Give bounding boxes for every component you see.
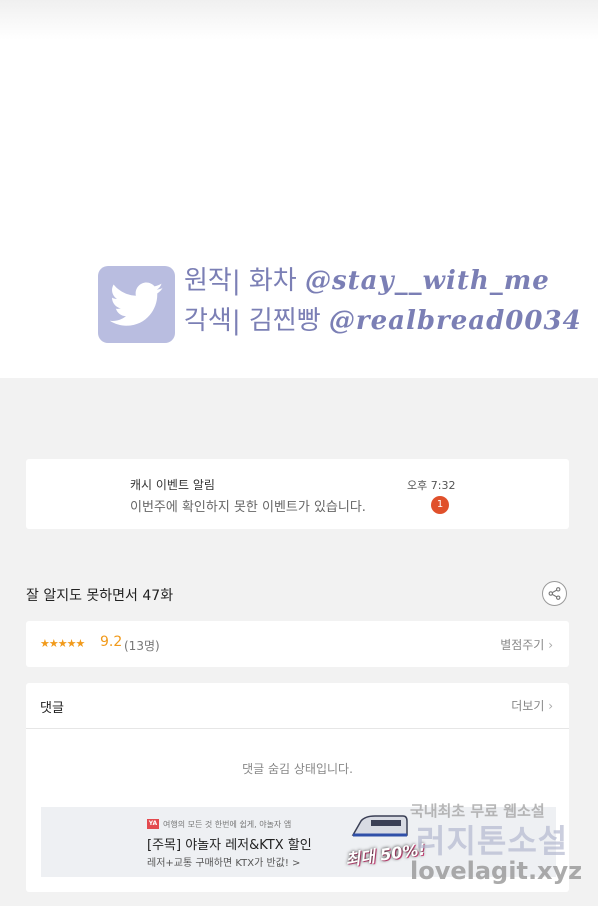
comments-header: 댓글 — [40, 701, 64, 716]
rating-stars: ★★★★★ — [40, 637, 85, 650]
episode-title: 잘 알지도 못하면서 47화 — [26, 588, 174, 604]
twitter-bird-icon — [109, 282, 163, 326]
notice-title: 캐시 이벤트 알림 — [130, 478, 215, 492]
ad-subtitle: 레저+교통 구매하면 KTX가 반값! > — [147, 858, 301, 869]
chevron-right-icon: › — [548, 638, 553, 652]
episode-image-area: 원작| 화차 @stay__with_me 각색| 김찐빵 @realbread… — [0, 0, 598, 378]
train-icon — [351, 815, 408, 837]
watermark-line2: 러지톤소설 — [416, 822, 569, 860]
share-icon — [548, 587, 561, 600]
ad-logo: YA — [147, 819, 159, 829]
notice-time: 오후 7:32 — [407, 479, 456, 492]
comments-hidden-message: 댓글 숨김 상태입니다. — [242, 762, 353, 776]
notice-count-badge: 1 — [431, 496, 449, 514]
twitter-badge — [98, 266, 175, 343]
divider — [26, 728, 569, 729]
rating-score: 9.2 — [100, 634, 123, 650]
notice-text: 이번주에 확인하지 못한 이벤트가 있습니다. — [130, 500, 366, 515]
watermark-url: lovelagit.xyz — [410, 857, 583, 885]
chevron-right-icon: › — [548, 699, 553, 713]
rating-card: ★★★★★ 9.2 (13명) 별점주기 › — [26, 621, 569, 667]
credit-original-label: 원작| 화차 — [184, 266, 297, 296]
share-button[interactable] — [542, 581, 567, 606]
credit-adaptation: 각색| 김찐빵 @realbread0034 — [184, 304, 582, 338]
rate-button[interactable]: 별점주기 › — [500, 636, 553, 653]
credit-original-handle: @stay__with_me — [304, 266, 550, 296]
rate-button-label: 별점주기 — [500, 638, 545, 652]
more-button-label: 더보기 — [511, 699, 545, 713]
ad-title: [주목] 야놀자 레저&KTX 할인 — [147, 838, 312, 853]
credit-original: 원작| 화차 @stay__with_me — [184, 264, 550, 298]
credit-adaptation-label: 각색| 김찐빵 — [184, 306, 321, 336]
rating-count: (13명) — [124, 639, 160, 653]
comments-more-button[interactable]: 더보기 › — [511, 697, 553, 714]
credit-adaptation-handle: @realbread0034 — [328, 306, 582, 336]
ad-small-text: 여행의 모든 것 한번에 쉽게, 야놀자 앱 — [163, 820, 292, 829]
event-notice-card[interactable]: 캐시 이벤트 알림 이번주에 확인하지 못한 이벤트가 있습니다. 오후 7:3… — [26, 459, 569, 529]
